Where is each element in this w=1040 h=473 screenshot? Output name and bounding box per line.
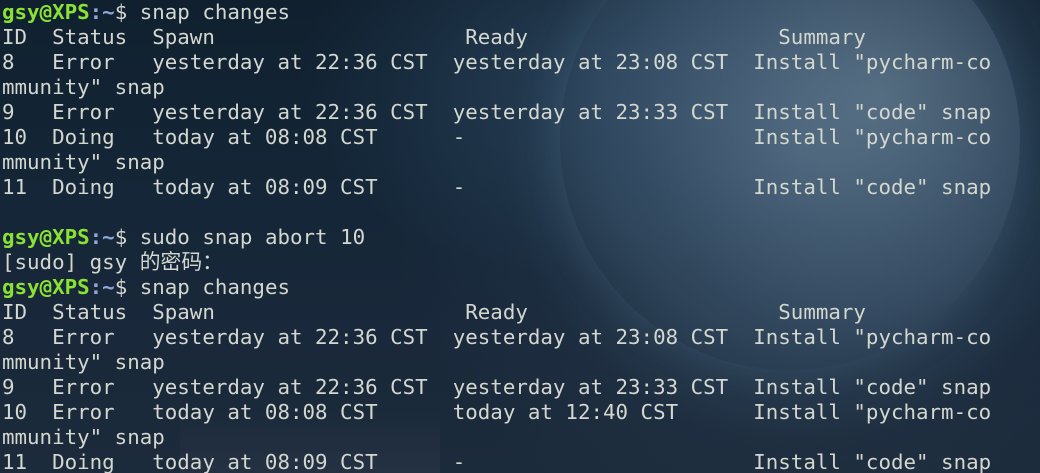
command-text: snap changes	[139, 275, 290, 299]
output-line: 10 Doing today at 08:08 CST - Install "p…	[2, 125, 991, 150]
output-line: 11 Doing today at 08:09 CST - Install "c…	[2, 175, 991, 200]
prompt-user: gsy@XPS	[2, 275, 90, 299]
output-line: ID Status Spawn Ready Summary	[2, 25, 991, 50]
output-line: 8 Error yesterday at 22:36 CST yesterday…	[2, 325, 991, 350]
output-text: 9 Error yesterday at 22:36 CST yesterday…	[2, 100, 992, 124]
terminal-window[interactable]: gsy@XPS:~$ snap changes ID Status Spawn R…	[0, 0, 1040, 473]
prompt-symbol: $	[114, 0, 140, 24]
output-line: ID Status Spawn Ready Summary	[2, 300, 991, 325]
output-text: 8 Error yesterday at 22:36 CST yesterday…	[2, 50, 992, 74]
prompt-symbol: $	[114, 225, 140, 249]
output-text: 9 Error yesterday at 22:36 CST yesterday…	[2, 375, 992, 399]
prompt-path: :~	[89, 275, 115, 299]
prompt-path: :~	[89, 0, 115, 24]
prompt-line: gsy@XPS:~$ sudo snap abort 10	[2, 225, 991, 250]
output-text: mmunity" snap	[2, 350, 165, 374]
output-line: 9 Error yesterday at 22:36 CST yesterday…	[2, 375, 991, 400]
output-line: 9 Error yesterday at 22:36 CST yesterday…	[2, 100, 991, 125]
prompt-line: gsy@XPS:~$ snap changes	[2, 275, 991, 300]
output-text: [sudo] gsy 的密码：	[2, 250, 223, 274]
output-line: 11 Doing today at 08:09 CST - Install "c…	[2, 450, 991, 473]
prompt-path: :~	[89, 225, 115, 249]
output-text: ID Status Spawn Ready Summary	[2, 25, 866, 49]
prompt-user: gsy@XPS	[2, 225, 90, 249]
output-text: 8 Error yesterday at 22:36 CST yesterday…	[2, 325, 992, 349]
output-line: mmunity" snap	[2, 75, 991, 100]
output-line: mmunity" snap	[2, 150, 991, 175]
prompt-line: gsy@XPS:~$ snap changes	[2, 0, 991, 25]
output-line: [sudo] gsy 的密码：	[2, 250, 991, 275]
output-text: ID Status Spawn Ready Summary	[2, 300, 866, 324]
output-text: mmunity" snap	[2, 425, 165, 449]
output-text: 10 Doing today at 08:08 CST - Install "p…	[2, 125, 992, 149]
command-text: sudo snap abort 10	[139, 225, 366, 249]
output-line: 10 Error today at 08:08 CST today at 12:…	[2, 400, 991, 425]
terminal-output: gsy@XPS:~$ snap changes ID Status Spawn R…	[2, 0, 991, 473]
output-text: 10 Error today at 08:08 CST today at 12:…	[2, 400, 992, 424]
output-text: mmunity" snap	[2, 75, 165, 99]
output-line: 8 Error yesterday at 22:36 CST yesterday…	[2, 50, 991, 75]
prompt-symbol: $	[114, 275, 140, 299]
output-text: 11 Doing today at 08:09 CST - Install "c…	[2, 175, 992, 199]
output-line: mmunity" snap	[2, 350, 991, 375]
command-text: snap changes	[139, 0, 290, 24]
output-text: mmunity" snap	[2, 150, 165, 174]
prompt-user: gsy@XPS	[2, 0, 90, 24]
output-text: 11 Doing today at 08:09 CST - Install "c…	[2, 450, 992, 473]
output-line: mmunity" snap	[2, 425, 991, 450]
